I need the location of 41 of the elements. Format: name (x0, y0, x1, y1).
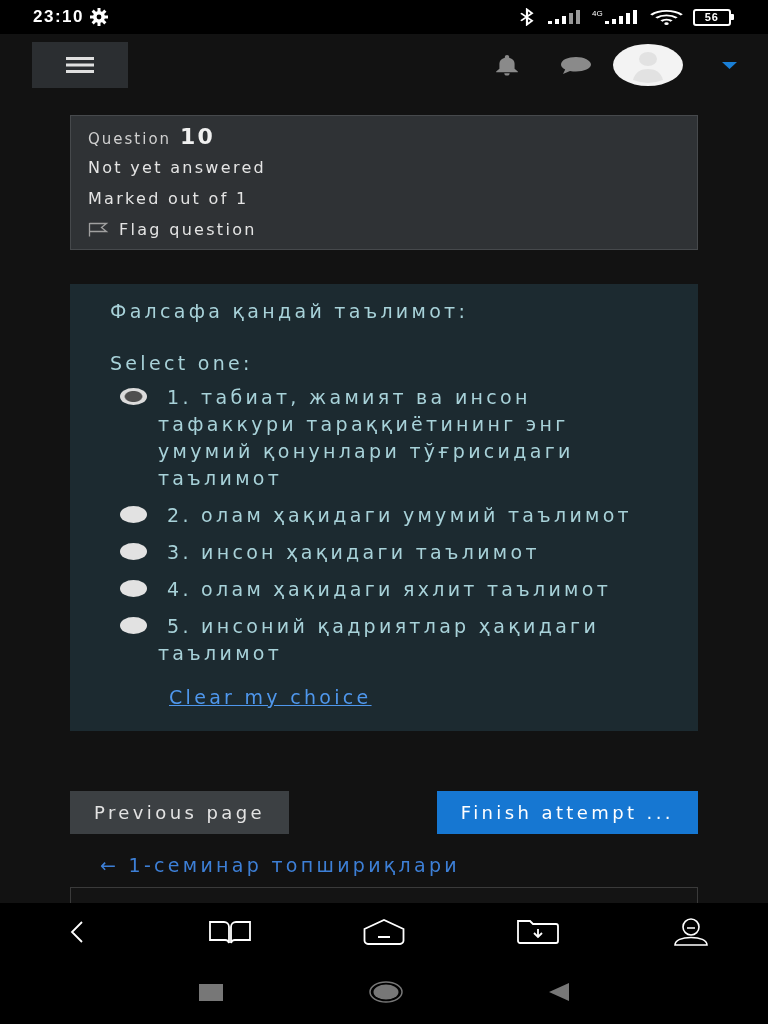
chat-icon[interactable] (560, 55, 592, 75)
radio-button[interactable] (120, 506, 147, 523)
answer-option-label[interactable]: 5. инсоний қадриятлар ҳақидаги таълимот (158, 613, 672, 667)
home-icon[interactable] (363, 918, 405, 945)
settings-icon (90, 8, 108, 26)
wifi-icon (648, 9, 684, 25)
signal-icon (604, 10, 640, 24)
folder-download-icon[interactable] (516, 919, 559, 944)
menu-icon[interactable] (66, 57, 94, 73)
caret-icon[interactable] (722, 61, 737, 69)
answer-option-label[interactable]: 4. олам ҳақидаги яхлит таълимот (158, 576, 672, 603)
finish-attempt-button[interactable]: Finish attempt ... (436, 791, 698, 834)
previous-page-button[interactable]: Previous page (70, 791, 289, 834)
bell-icon[interactable] (494, 54, 520, 76)
radio-button[interactable] (120, 388, 147, 405)
select-prompt: Select one: (110, 351, 254, 376)
flag-icon[interactable] (88, 222, 109, 237)
book-icon[interactable] (209, 919, 252, 944)
question-number: 10 (180, 123, 215, 151)
radio-button[interactable] (120, 543, 147, 560)
marks-info: Marked out of 1 (88, 188, 250, 210)
clear-choice-link[interactable]: Clear my choice (169, 684, 372, 711)
flag-question-button[interactable]: Flag question (88, 214, 257, 245)
avatar-icon[interactable] (613, 44, 683, 86)
question-label: Question (88, 129, 172, 150)
clock-time: 23:10 (33, 7, 84, 27)
profile-icon[interactable] (673, 917, 710, 946)
battery-percentage: 56 (692, 8, 731, 26)
menu-button[interactable] (32, 42, 128, 88)
question-text: Фалсафа қандай таълимот: (110, 299, 470, 324)
home-button-icon[interactable] (369, 981, 403, 1003)
network-type: 4G (592, 10, 603, 18)
radio-button[interactable] (120, 617, 147, 634)
answer-option-label[interactable]: 3. инсон ҳақидаги таълимот (158, 539, 672, 566)
answer-option-label[interactable]: 1. табиат, жамият ва инсон тафаккури тараққиётининг энг умумий қонунлари тўғрисидаги таълимот (158, 384, 672, 492)
back-to-course-link[interactable]: ← 1-семинар топшириқлари (100, 853, 460, 877)
recent-apps-icon[interactable] (199, 983, 223, 1001)
radio-button[interactable] (120, 580, 147, 597)
answer-option-label[interactable]: 2. олам ҳақидаги умумий таълимот (158, 502, 672, 529)
answer-status: Not yet answered (88, 157, 268, 179)
back-triangle-icon[interactable] (549, 983, 569, 1001)
